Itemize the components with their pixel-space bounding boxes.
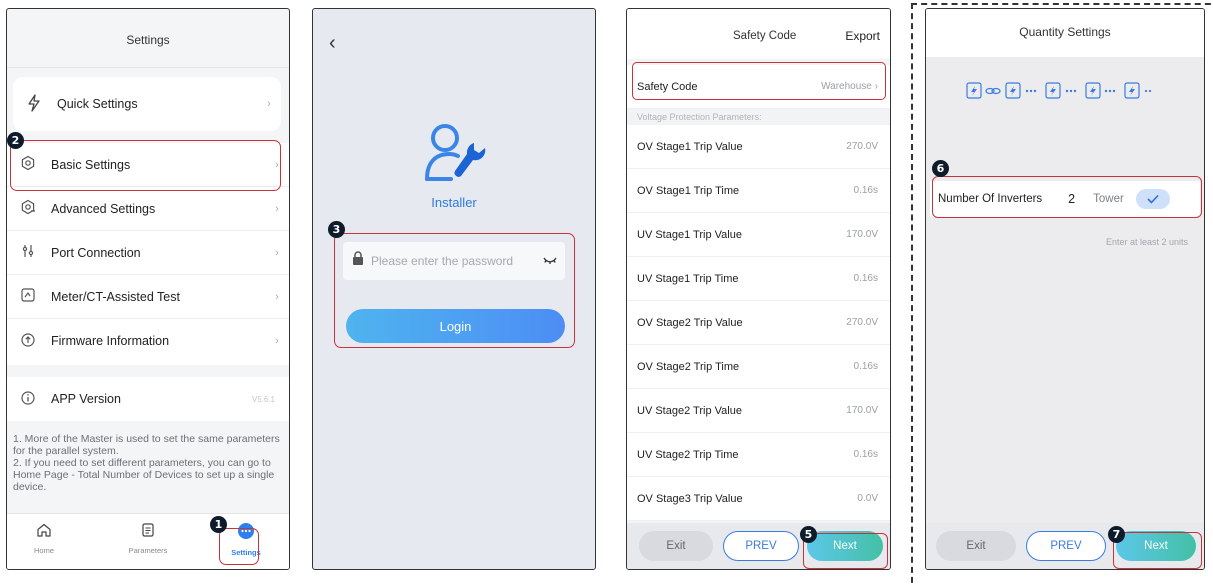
settings-item-label: Firmware Information bbox=[51, 334, 170, 348]
chevron-right-icon: › bbox=[275, 246, 279, 259]
param-row[interactable]: UV Stage1 Trip Time 0.16s bbox=[627, 257, 890, 301]
tab-home[interactable]: Home bbox=[9, 522, 79, 555]
param-label: UV Stage1 Trip Value bbox=[637, 228, 742, 241]
divider bbox=[7, 67, 289, 68]
chevron-right-icon: › bbox=[267, 98, 271, 110]
app-version: APP Version V5.6.1 bbox=[7, 377, 289, 421]
app-version-row: APP Version V5.6.1 bbox=[7, 377, 289, 421]
chevron-right-icon: › bbox=[275, 335, 279, 347]
step-badge: 3 bbox=[328, 221, 345, 238]
param-row[interactable]: OV Stage1 Trip Time 0.16s bbox=[627, 169, 890, 213]
exit-button[interactable]: Exit bbox=[639, 531, 713, 561]
param-value: 170.0V bbox=[846, 229, 878, 240]
tab-parameters[interactable]: Parameters bbox=[113, 522, 183, 555]
step-badge: 1 bbox=[210, 516, 227, 533]
installer-icon bbox=[423, 121, 487, 188]
param-label: OV Stage1 Trip Time bbox=[637, 184, 740, 197]
inverter-chain-icon bbox=[966, 81, 1176, 106]
step-badge: 2 bbox=[7, 132, 24, 149]
quick-settings-card: Quick Settings › bbox=[13, 77, 281, 131]
step-badge: 5 bbox=[800, 526, 817, 543]
lightning-icon bbox=[19, 93, 49, 115]
firmware-icon bbox=[13, 332, 43, 351]
login-highlight bbox=[334, 233, 575, 348]
param-row[interactable]: OV Stage2 Trip Value 270.0V bbox=[627, 301, 890, 345]
settings-item-label: Meter/CT-Assisted Test bbox=[51, 289, 180, 304]
hint-text: Enter at least 2 units bbox=[1105, 237, 1188, 247]
chevron-right-icon: › bbox=[275, 202, 279, 215]
header: Safety Code Export bbox=[627, 9, 890, 59]
settings-item-firmware[interactable]: Firmware Information › bbox=[7, 319, 289, 363]
port-icon bbox=[13, 243, 43, 262]
param-label: UV Stage2 Trip Value bbox=[637, 404, 742, 417]
page-title: Safety Code bbox=[733, 30, 797, 42]
parallel-note: 1. More of the Master is used to set the… bbox=[13, 433, 280, 493]
settings-item-label: Quick Settings bbox=[57, 97, 138, 111]
param-row[interactable]: UV Stage1 Trip Value 170.0V bbox=[627, 213, 890, 257]
param-value: 0.16s bbox=[853, 449, 878, 460]
param-label: OV Stage2 Trip Time bbox=[637, 360, 740, 373]
param-label: UV Stage2 Trip Time bbox=[637, 448, 739, 461]
param-value: 170.0V bbox=[846, 405, 878, 416]
param-row[interactable]: OV Stage1 Trip Value 270.0V bbox=[627, 125, 890, 169]
step-badge: 7 bbox=[1108, 526, 1125, 543]
meter-icon bbox=[13, 287, 43, 306]
param-label: OV Stage2 Trip Value bbox=[637, 316, 743, 329]
settings-tab-highlight bbox=[219, 528, 259, 565]
inverter-count-highlight bbox=[932, 176, 1202, 218]
safety-code-highlight bbox=[632, 62, 886, 100]
param-label: OV Stage1 Trip Value bbox=[637, 140, 743, 153]
param-label: OV Stage3 Trip Value bbox=[637, 492, 743, 505]
back-icon[interactable]: ‹ bbox=[329, 33, 336, 53]
settings-item-meter[interactable]: Meter/CT-Assisted Test › bbox=[7, 275, 289, 319]
app-version-value: V5.6.1 bbox=[251, 394, 275, 404]
basic-settings-highlight bbox=[10, 140, 281, 191]
settings-item-quick[interactable]: Quick Settings › bbox=[13, 77, 281, 131]
param-value: 0.16s bbox=[853, 361, 878, 372]
installer-label: Installer bbox=[431, 195, 477, 210]
param-row[interactable]: UV Stage2 Trip Time 0.16s bbox=[627, 433, 890, 477]
settings-screen: Settings Quick Settings › Basic Settings… bbox=[6, 8, 290, 570]
export-button[interactable]: Export bbox=[845, 29, 880, 43]
page-title: Quantity Settings bbox=[1019, 25, 1111, 39]
prev-button[interactable]: PREV bbox=[723, 531, 799, 561]
param-value: 0.16s bbox=[853, 273, 878, 284]
settings-item-label: Port Connection bbox=[51, 245, 141, 260]
param-value: 270.0V bbox=[846, 317, 878, 328]
settings-item-port[interactable]: Port Connection › bbox=[7, 231, 289, 275]
param-row[interactable]: OV Stage2 Trip Time 0.16s bbox=[627, 345, 890, 389]
next-highlight bbox=[1113, 532, 1202, 569]
param-label: UV Stage1 Trip Time bbox=[637, 272, 739, 285]
page-title: Settings bbox=[126, 33, 170, 47]
section-header: Voltage Protection Parameters: bbox=[637, 112, 762, 122]
param-row[interactable]: OV Stage3 Trip Value 0.0V bbox=[627, 477, 890, 521]
param-value: 0.0V bbox=[857, 493, 878, 504]
quantity-settings-screen: Quantity Settings Number Of Inverters 2 … bbox=[925, 8, 1205, 570]
settings-item-advanced[interactable]: Advanced Settings › bbox=[7, 187, 289, 231]
param-row[interactable]: UV Stage2 Trip Value 170.0V bbox=[627, 389, 890, 433]
chevron-right-icon: › bbox=[275, 290, 279, 303]
param-value: 270.0V bbox=[846, 141, 878, 152]
info-icon bbox=[13, 390, 43, 409]
exit-button[interactable]: Exit bbox=[936, 531, 1016, 561]
tab-label: Home bbox=[33, 546, 54, 555]
home-icon bbox=[9, 522, 79, 543]
step-badge: 6 bbox=[932, 160, 949, 177]
header: Quantity Settings bbox=[926, 9, 1204, 57]
advanced-gear-icon bbox=[13, 199, 43, 218]
app-version-label: APP Version bbox=[51, 392, 121, 406]
settings-item-label: Advanced Settings bbox=[51, 201, 156, 216]
document-icon bbox=[113, 522, 183, 543]
tab-label: Parameters bbox=[128, 546, 168, 555]
param-value: 0.16s bbox=[853, 185, 878, 196]
prev-button[interactable]: PREV bbox=[1026, 531, 1106, 561]
